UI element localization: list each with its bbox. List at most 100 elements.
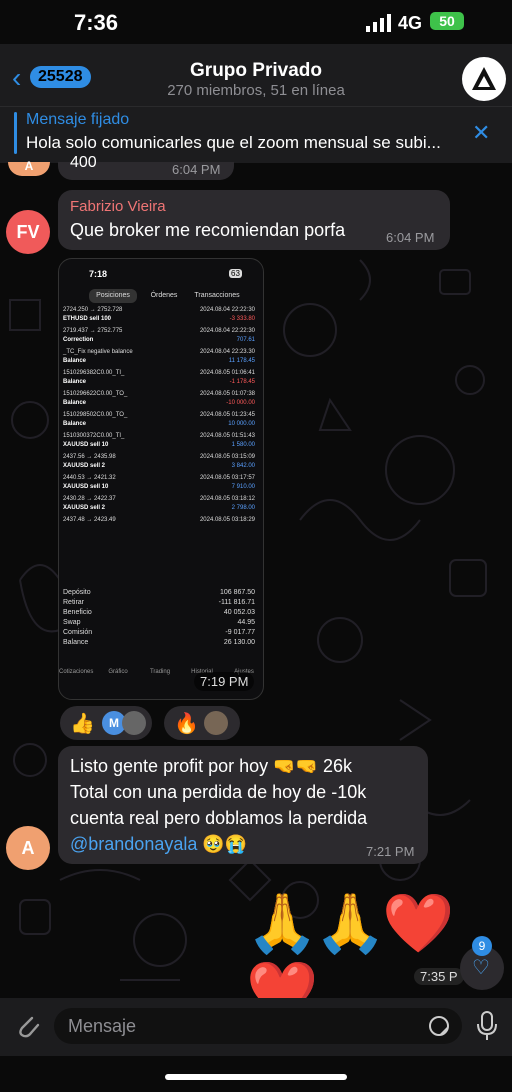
phone-nav-item: Trading [149,669,171,675]
phone-row-value: 2024.08.04 22:22:30 [199,307,255,313]
phone-row-value: -1 178.45 [229,379,255,385]
message-text: 400 [70,154,97,171]
phone-summary-value: 44.95 [237,619,255,626]
avatar[interactable]: FV [6,210,50,254]
phone-tab: Órdenes [150,292,178,299]
reaction-thumbs-up[interactable]: 👍 M [60,706,152,740]
chat-title[interactable]: Grupo Privado [0,60,512,82]
phone-row-label: 1510296382C0.00_TI_ [63,370,125,376]
message-line: Listo gente profit por hoy 🤜🤜 26k [70,756,352,776]
sticker-icon[interactable] [428,1015,450,1037]
phone-row-value: 1 580.00 [231,442,255,448]
phone-row-label: Correction [63,337,94,343]
phone-row-label: Balance [63,358,87,364]
message-time: 6:04 PM [172,162,221,177]
network-type: 4G [398,13,423,33]
phone-row-label: 1510298502C0.00_TO_ [63,412,128,418]
phone-row-label: 2719.437 → 2752.775 [63,328,123,334]
pinned-title: Mensaje fijado [26,111,130,128]
phone-summary-value: 40 052.03 [223,609,255,616]
clock: 7:36 [74,10,119,35]
phone-row-label: 2437.56 → 2435.98 [63,454,116,460]
paperclip-icon[interactable] [14,1012,42,1040]
group-avatar[interactable] [462,57,506,101]
home-indicator [165,1074,347,1080]
phone-summary-label: Balance [63,639,89,646]
phone-row-label: _TC_Fix negative balance [63,349,133,355]
phone-row-value: 2024.08.04 22:22:30 [199,328,255,334]
message-emoji: 🥹😭 [202,834,248,854]
photo-time: 7:19 PM [194,672,255,691]
phone-row-value: 2024.08.05 03:15:09 [199,454,255,460]
phone-nav-item: Gráfico [108,669,128,675]
message-bubble[interactable]: 400 6:04 PM [58,154,234,180]
sender-name[interactable]: Fabrizio Vieira [70,198,166,215]
phone-row-label: XAUUSD sell 10 [63,442,109,448]
reactor-avatar [122,711,146,735]
phone-row-value: 2024.08.05 01:51:43 [199,433,255,439]
pinned-text: Hola solo comunicarles que el zoom mensu… [26,133,441,152]
phone-battery: 63 [229,269,242,278]
like-count-badge: 9 [472,936,492,956]
message-text: Que broker me recomiendan porfa [70,220,346,240]
phone-row-value: -10 000.00 [226,400,255,406]
user-mention-link[interactable]: @brandonayala [70,834,197,854]
message-bubble[interactable]: Fabrizio Vieira Que broker me recomienda… [58,190,450,250]
phone-row-label: XAUUSD sell 2 [63,505,106,511]
phone-row-label: XAUUSD sell 2 [63,463,106,469]
group-logo-icon [472,67,496,90]
phone-summary-label: Depósito [63,589,91,596]
phone-row-value: 2024.08.05 01:07:38 [199,391,255,397]
phone-nav-item: Cotizaciones [59,669,94,675]
microphone-icon[interactable] [476,1010,498,1042]
heart-icon: ♡ [472,957,490,979]
phone-summary-value: 106 867.50 [219,589,255,596]
phone-row-value: 2024.08.05 01:23:45 [199,412,255,418]
message-line: Total con una perdida de hoy de -10k [70,782,367,802]
phone-summary-label: Swap [63,619,81,626]
close-icon[interactable]: ✕ [472,120,490,146]
like-reaction-button[interactable]: ♡ 9 [460,936,504,990]
phone-row-value: -3 333.80 [229,316,255,322]
phone-row-label: XAUUSD sell 10 [63,484,109,490]
phone-row-value: 2 798.00 [231,505,255,511]
phone-summary-value: 26 130.00 [223,639,255,646]
phone-row-value: 707.61 [236,337,255,343]
thumbs-up-icon: 👍 [70,713,95,735]
phone-row-value: 3 842.00 [231,463,255,469]
fire-icon: 🔥 [174,713,199,735]
avatar[interactable]: A [6,826,50,870]
phone-row-label: 2437.48 → 2423.49 [63,517,116,523]
message-input[interactable]: Mensaje [54,1008,462,1044]
phone-row-value: 2024.08.05 03:18:29 [199,517,255,523]
phone-row-label: Balance [63,421,87,427]
phone-row-value: 10 000.00 [228,421,255,427]
signal-icon [366,14,391,32]
phone-row-value: 11 178.45 [228,358,255,364]
phone-row-value: 2024.08.05 01:06:41 [199,370,255,376]
phone-summary-label: Retirar [63,599,85,606]
photo-message[interactable]: 7:18 63 Posiciones Órdenes Transacciones… [58,258,264,700]
reaction-fire[interactable]: 🔥 [164,706,240,740]
message-bubble[interactable]: Listo gente profit por hoy 🤜🤜 26k Total … [58,746,428,864]
phone-row-label: 2440.53 → 2421.32 [63,475,116,481]
message-time: 7:21 PM [366,844,415,859]
phone-summary-value: -111 816.71 [218,599,255,606]
phone-row-value: 2024.08.05 03:17:57 [199,475,255,481]
phone-row-label: ETHUSD sell 100 [63,316,112,322]
phone-row-value: 7 910.00 [231,484,255,490]
phone-summary-value: -9 017.77 [225,629,255,636]
message-time: 6:04 PM [386,230,435,245]
phone-row-label: Balance [63,400,87,406]
phone-row-label: 1510296622C0.00_TO_ [63,391,128,397]
phone-row-label: 2724.250 → 2752.728 [63,307,123,313]
battery-icon: 50 [430,12,464,30]
phone-row-label: 1510300372C0.00_TI_ [63,433,125,439]
message-line: cuenta real pero doblamos la perdida [70,808,368,828]
phone-clock: 7:18 [89,269,108,279]
phone-summary-label: Beneficio [63,609,92,616]
input-placeholder: Mensaje [68,1016,137,1036]
emoji-message-time: 7:35 P [414,968,464,985]
phone-tab-bar: Posiciones Órdenes Transacciones [67,289,255,305]
chat-subtitle: 270 miembros, 51 en línea [167,82,345,99]
